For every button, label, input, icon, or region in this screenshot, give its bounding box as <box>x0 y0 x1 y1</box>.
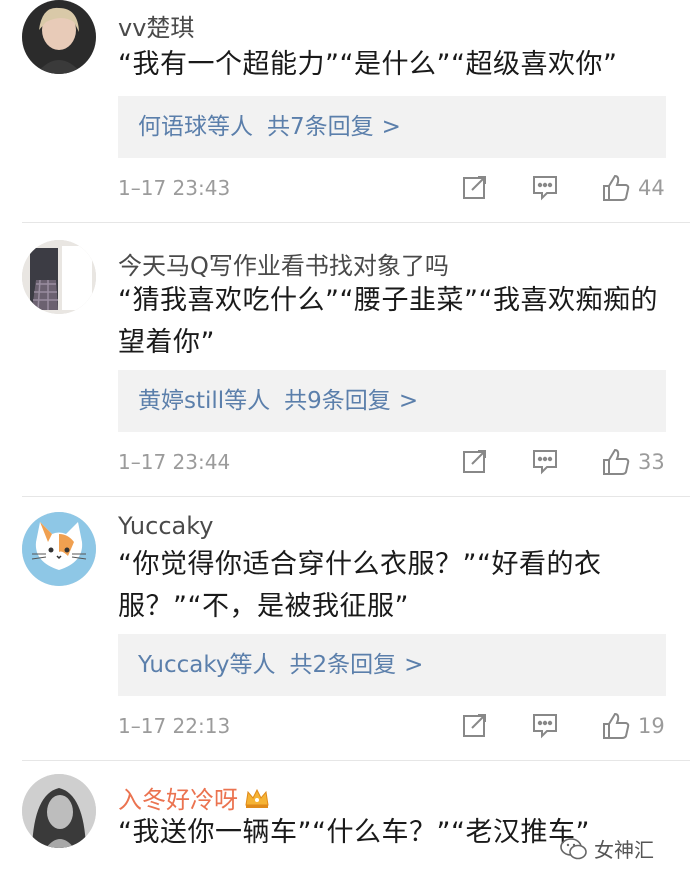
comment-icon[interactable] <box>530 446 560 480</box>
comment-meta: 1–17 23:44 33 <box>118 446 678 480</box>
avatar-image <box>22 0 96 74</box>
comment-text: “猜我喜欢吃什么”“腰子韭菜”“我喜欢痴痴的望着你” <box>118 285 658 358</box>
watermark: 女神汇 <box>560 834 654 864</box>
share-icon[interactable] <box>460 446 490 480</box>
chevron-right-icon: > <box>404 652 424 678</box>
like-count: 33 <box>638 450 665 474</box>
replies-summary[interactable]: Yuccaky等人 共2条回复 > <box>118 634 666 696</box>
replies-summary[interactable]: 黄婷still等人 共9条回复 > <box>118 370 666 432</box>
reply-count: 共7条回复 <box>267 114 374 140</box>
thumbs-up-icon[interactable] <box>600 710 632 744</box>
thumbs-up-icon[interactable] <box>600 446 632 480</box>
share-icon[interactable] <box>460 172 490 206</box>
timestamp: 1–17 22:13 <box>118 714 231 738</box>
like-count: 44 <box>638 176 665 200</box>
avatar[interactable] <box>22 512 96 586</box>
avatar[interactable] <box>22 774 96 848</box>
reply-users: Yuccaky等人 <box>138 652 276 678</box>
reply-count: 共2条回复 <box>289 652 397 678</box>
avatar[interactable] <box>22 240 96 314</box>
share-icon[interactable] <box>460 710 490 744</box>
comment-meta: 1–17 23:43 44 <box>118 172 678 206</box>
divider <box>22 760 690 761</box>
timestamp: 1–17 23:43 <box>118 176 231 200</box>
username[interactable]: Yuccaky <box>118 512 213 540</box>
chevron-right-icon: > <box>381 114 401 140</box>
username[interactable]: 入冬好冷呀 <box>118 780 270 815</box>
replies-summary[interactable]: 何语球等人 共7条回复 > <box>118 96 666 158</box>
thumbs-up-icon[interactable] <box>600 172 632 206</box>
timestamp: 1–17 23:44 <box>118 450 231 474</box>
avatar-image <box>22 774 96 848</box>
username-text: 入冬好冷呀 <box>118 786 238 814</box>
comment-text: “我有一个超能力”“是什么”“超级喜欢你” <box>118 49 618 80</box>
comment-meta: 1–17 22:13 19 <box>118 710 678 744</box>
reply-count: 共9条回复 <box>284 388 391 414</box>
avatar-image <box>22 240 96 314</box>
username[interactable]: 今天马Q写作业看书找对象了吗 <box>118 246 449 281</box>
crown-icon <box>244 787 270 815</box>
chevron-right-icon: > <box>398 388 419 414</box>
reply-users: 何语球等人 <box>138 114 253 140</box>
like-count: 19 <box>638 714 665 738</box>
comment-icon[interactable] <box>530 172 560 206</box>
comment-text: “你觉得你适合穿什么衣服？”“好看的衣服？”“不，是被我征服” <box>118 549 602 622</box>
watermark-text: 女神汇 <box>594 838 654 862</box>
comment-icon[interactable] <box>530 710 560 744</box>
divider <box>22 496 690 497</box>
avatar-image <box>22 512 96 586</box>
avatar[interactable] <box>22 0 96 74</box>
username[interactable]: vv楚琪 <box>118 8 194 43</box>
divider <box>22 222 690 223</box>
reply-users: 黄婷still等人 <box>138 388 271 414</box>
wechat-icon <box>560 837 588 866</box>
